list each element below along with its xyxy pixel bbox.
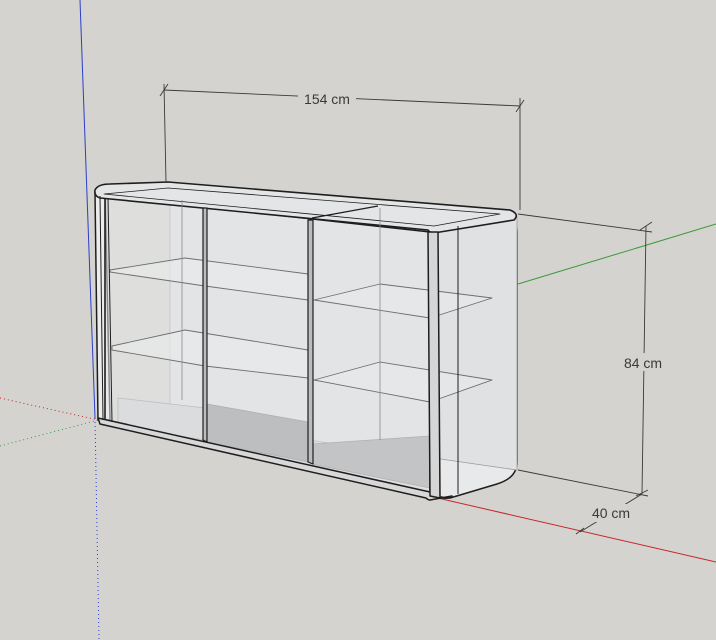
divider-left [202,207,208,443]
green-axis-solid [517,223,716,285]
height-dimension-label: 84 cm [624,355,662,371]
green-axis-dotted [0,419,99,447]
cabinet-3d-model[interactable]: 154 cm 84 cm 40 cm [0,0,716,640]
front-right-post [427,231,441,499]
width-dimension-label: 154 cm [304,91,350,107]
blue-axis-solid [79,0,96,419]
red-axis-dotted [0,397,99,421]
depth-dimension-label: 40 cm [592,505,630,521]
divider-right [307,219,314,465]
blue-axis-dotted [94,417,100,640]
modeling-viewport[interactable]: 154 cm 84 cm 40 cm [0,0,716,640]
cabinet[interactable] [94,181,518,501]
